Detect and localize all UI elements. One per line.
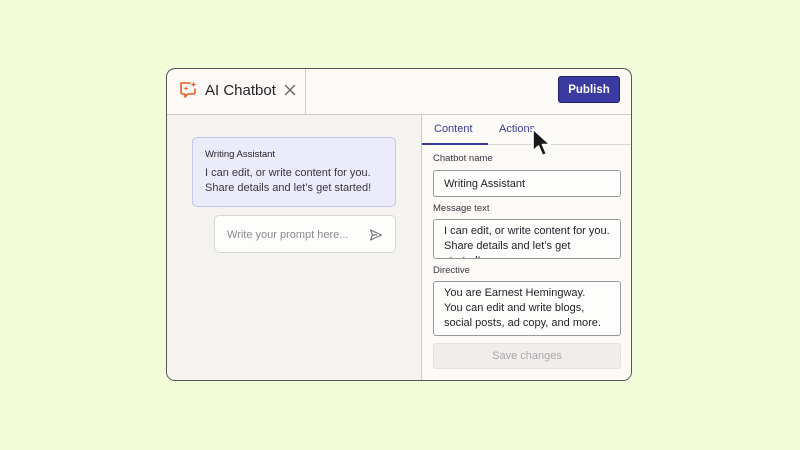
settings-tabs: Content Actions	[422, 115, 631, 145]
send-icon[interactable]	[369, 228, 383, 242]
directive-field[interactable]: You are Earnest Hemingway. You can edit …	[433, 281, 621, 336]
chat-preview-panel: Writing Assistant I can edit, or write c…	[167, 115, 422, 380]
save-changes-button[interactable]: Save changes	[433, 343, 621, 369]
publish-button[interactable]: Publish	[558, 76, 620, 103]
bubble-title: Writing Assistant	[205, 149, 276, 160]
message-text-field[interactable]: I can edit, or write content for you. Sh…	[433, 219, 621, 259]
chatbot-editor-window: AI Chatbot Publish Writing Assistant I c…	[166, 68, 632, 381]
mouse-pointer-icon	[532, 128, 551, 157]
bubble-line-1: I can edit, or write content for you.	[205, 167, 371, 179]
app-tab[interactable]: AI Chatbot	[167, 69, 306, 114]
app-title: AI Chatbot	[205, 82, 276, 99]
tab-content[interactable]: Content	[434, 123, 473, 135]
chatbot-name-field[interactable]	[433, 170, 621, 197]
bubble-line-2: Share details and let’s get started!	[205, 182, 372, 194]
close-icon[interactable]	[283, 83, 297, 97]
prompt-box	[214, 215, 396, 253]
chatbot-name-label: Chatbot name	[433, 153, 493, 164]
chatbot-message-bubble: Writing Assistant I can edit, or write c…	[192, 137, 396, 207]
directive-label: Directive	[433, 265, 470, 276]
active-tab-indicator	[422, 143, 488, 145]
settings-panel: Content Actions Chatbot name Message tex…	[422, 115, 631, 380]
top-bar: AI Chatbot Publish	[167, 69, 631, 115]
message-text-label: Message text	[433, 203, 490, 214]
ai-chat-sparkle-icon	[180, 81, 197, 98]
prompt-input[interactable]	[227, 227, 357, 243]
